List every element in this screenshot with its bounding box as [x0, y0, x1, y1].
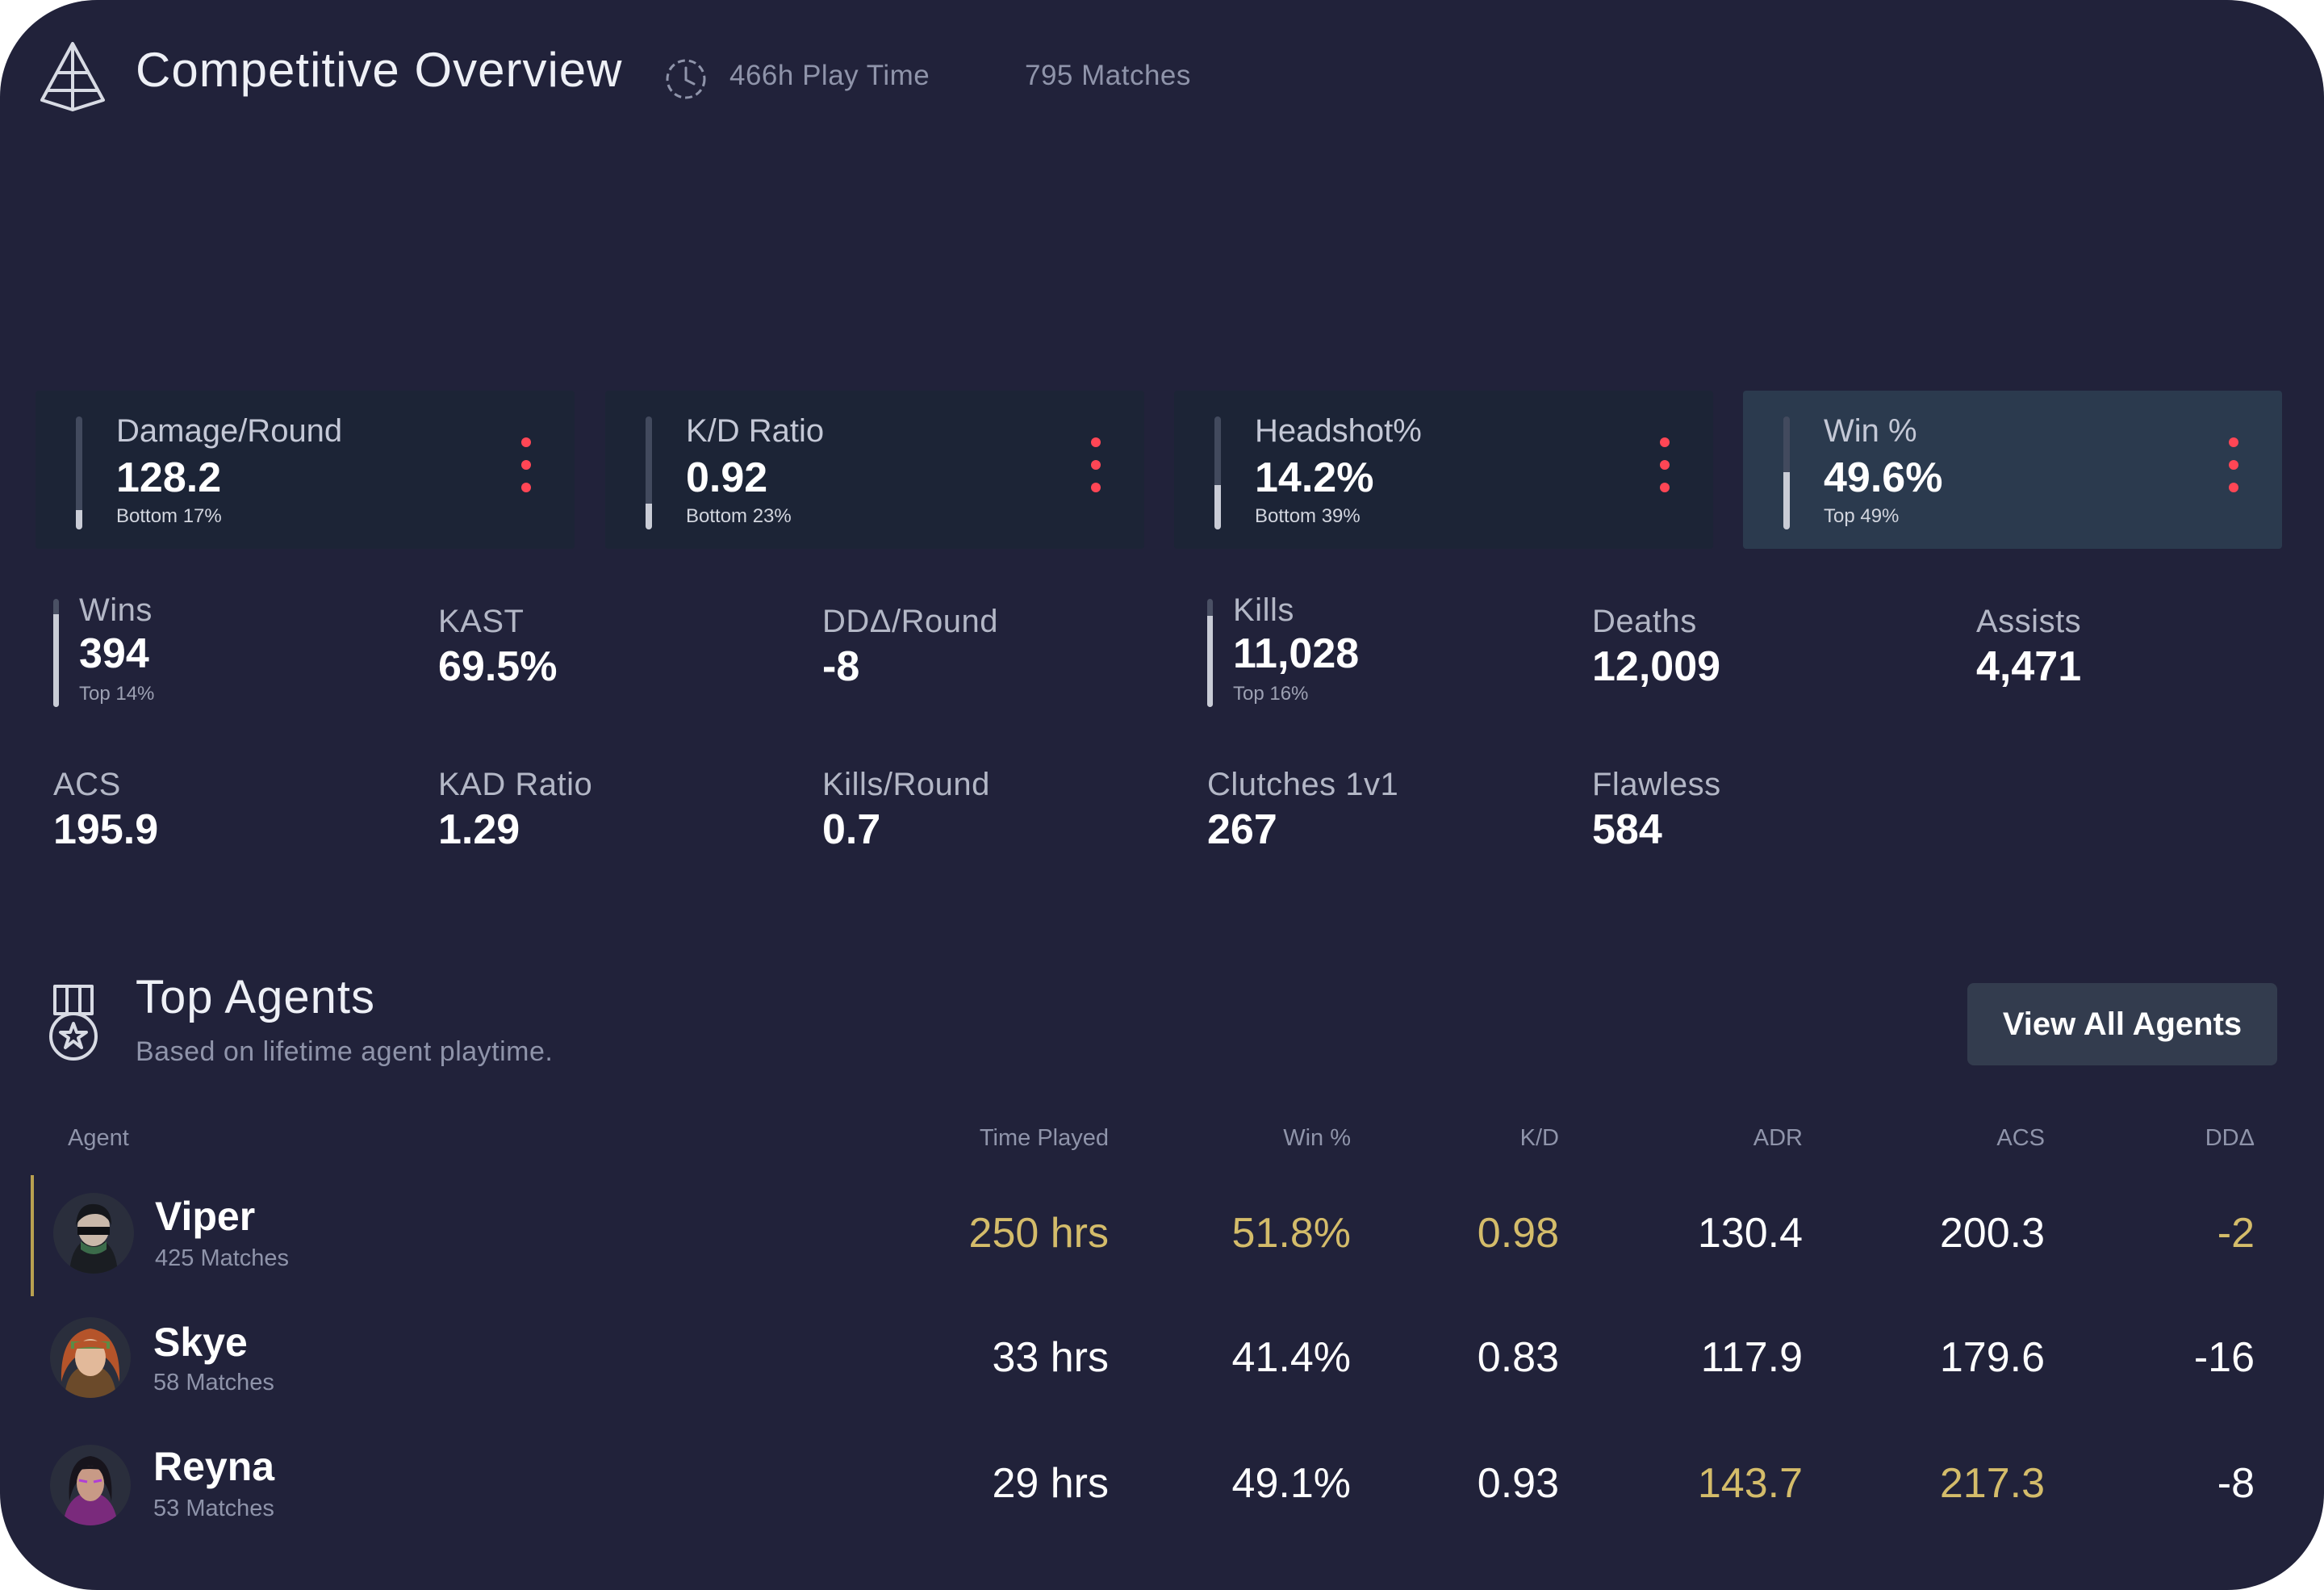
column-header-adr[interactable]: ADR — [1561, 1125, 1803, 1152]
stat-label: Flawless — [1592, 767, 1721, 802]
page-title: Competitive Overview — [136, 43, 623, 97]
percentile-bar — [646, 416, 652, 529]
selected-row-indicator — [31, 1175, 34, 1296]
stat-card-value: 128.2 — [116, 454, 222, 501]
column-header-acs[interactable]: ACS — [1803, 1125, 2045, 1152]
agent-name: Skye — [153, 1320, 248, 1365]
dda-cell: -16 — [2193, 1334, 2255, 1381]
stat-card-headshot[interactable]: Headshot% 14.2% Bottom 39% — [1174, 391, 1713, 549]
agent-matches: 425 Matches — [155, 1245, 290, 1271]
adr-cell: 143.7 — [1697, 1460, 1803, 1507]
stat-card-value: 49.6% — [1824, 454, 1943, 501]
stat-label: ACS — [53, 767, 121, 802]
more-options-icon[interactable] — [1086, 437, 1106, 497]
column-header-agent[interactable]: Agent — [68, 1125, 129, 1152]
time-played-cell: 29 hrs — [992, 1460, 1109, 1507]
time-played-cell: 33 hrs — [992, 1334, 1109, 1381]
column-header-dda[interactable]: DDΔ — [2013, 1125, 2255, 1152]
percentile-bar-fill — [76, 510, 82, 529]
stat-value: 195.9 — [53, 806, 159, 853]
percentile-bar-fill — [1207, 616, 1213, 707]
stat-label: Kills — [1233, 592, 1294, 628]
stat-label: Deaths — [1592, 604, 1697, 639]
stat-label: Clutches 1v1 — [1207, 767, 1399, 802]
stat-card-label: Headshot% — [1255, 413, 1422, 449]
stat-card-value: 0.92 — [686, 454, 768, 501]
stat-label: Kills/Round — [822, 767, 990, 802]
percentile-bar — [1783, 416, 1790, 529]
skye-avatar — [50, 1317, 131, 1398]
column-header-time-played[interactable]: Time Played — [867, 1125, 1109, 1152]
dda-cell: -2 — [2217, 1210, 2255, 1257]
stat-value: 11,028 — [1233, 630, 1360, 677]
stat-value: 584 — [1592, 806, 1662, 853]
percentile-bar — [76, 416, 82, 529]
stat-label: Assists — [1976, 604, 2082, 639]
clock-icon — [666, 59, 706, 99]
stat-value: 1.29 — [438, 806, 520, 853]
more-options-icon[interactable] — [516, 437, 536, 497]
play-time-text: 466h Play Time — [729, 60, 930, 91]
stat-label: KAD Ratio — [438, 767, 593, 802]
kd-cell: 0.93 — [1477, 1460, 1559, 1507]
view-all-agents-button[interactable]: View All Agents — [1967, 983, 2277, 1065]
stat-card-percentile: Bottom 17% — [116, 505, 222, 527]
stat-card-label: K/D Ratio — [686, 413, 825, 449]
section-title: Top Agents — [136, 971, 375, 1023]
column-header-win-percent[interactable]: Win % — [1109, 1125, 1351, 1152]
time-played-cell: 250 hrs — [968, 1210, 1109, 1257]
percentile-bar — [1214, 416, 1221, 529]
stat-value: 0.7 — [822, 806, 881, 853]
kd-cell: 0.98 — [1477, 1210, 1559, 1257]
stat-value: -8 — [822, 643, 860, 690]
section-subtitle: Based on lifetime agent playtime. — [136, 1036, 554, 1067]
stat-label: DDΔ/Round — [822, 604, 998, 639]
agent-matches: 58 Matches — [153, 1370, 274, 1395]
stat-card-percentile: Bottom 23% — [686, 505, 792, 527]
more-options-icon[interactable] — [1655, 437, 1674, 497]
stat-card-kd-ratio[interactable]: K/D Ratio 0.92 Bottom 23% — [605, 391, 1144, 549]
column-header-kd[interactable]: K/D — [1317, 1125, 1559, 1152]
matches-count-text: 795 Matches — [1025, 60, 1191, 91]
stat-card-label: Win % — [1824, 413, 1917, 449]
stat-value: 4,471 — [1976, 643, 2082, 690]
stat-value: 394 — [79, 630, 149, 677]
medal-icon — [49, 985, 98, 1061]
percentile-bar-fill — [646, 503, 652, 529]
stat-label: Wins — [79, 592, 153, 628]
percentile-bar-fill — [1214, 485, 1221, 529]
adr-cell: 130.4 — [1697, 1210, 1803, 1257]
viper-avatar — [53, 1193, 134, 1274]
percentile-bar-fill — [53, 613, 59, 707]
agent-name: Reyna — [153, 1444, 275, 1489]
stat-value: 12,009 — [1592, 643, 1721, 690]
stat-card-value: 14.2% — [1255, 454, 1374, 501]
stat-card-percentile: Bottom 39% — [1255, 505, 1361, 527]
competitive-overview-panel: Competitive Overview 466h Play Time 795 … — [0, 0, 2324, 1590]
agent-matches: 53 Matches — [153, 1496, 274, 1521]
percentile-bar-fill — [1783, 471, 1790, 529]
rank-pyramid-icon — [40, 42, 105, 111]
stat-value: 267 — [1207, 806, 1277, 853]
stat-percentile: Top 16% — [1233, 683, 1309, 705]
stat-label: KAST — [438, 604, 525, 639]
dda-cell: -8 — [2217, 1460, 2255, 1507]
agent-name: Viper — [155, 1194, 256, 1239]
stat-percentile: Top 14% — [79, 683, 155, 705]
percentile-bar — [53, 599, 59, 707]
stat-card-win-percent[interactable]: Win % 49.6% Top 49% — [1743, 391, 2282, 549]
stat-card-damage-round[interactable]: Damage/Round 128.2 Bottom 17% — [36, 391, 575, 549]
stat-value: 69.5% — [438, 643, 558, 690]
more-options-icon[interactable] — [2224, 437, 2243, 497]
adr-cell: 117.9 — [1700, 1334, 1803, 1381]
percentile-bar — [1207, 599, 1213, 707]
stat-card-label: Damage/Round — [116, 413, 343, 449]
reyna-avatar — [50, 1445, 131, 1525]
kd-cell: 0.83 — [1477, 1334, 1559, 1381]
stat-card-percentile: Top 49% — [1824, 505, 1900, 527]
